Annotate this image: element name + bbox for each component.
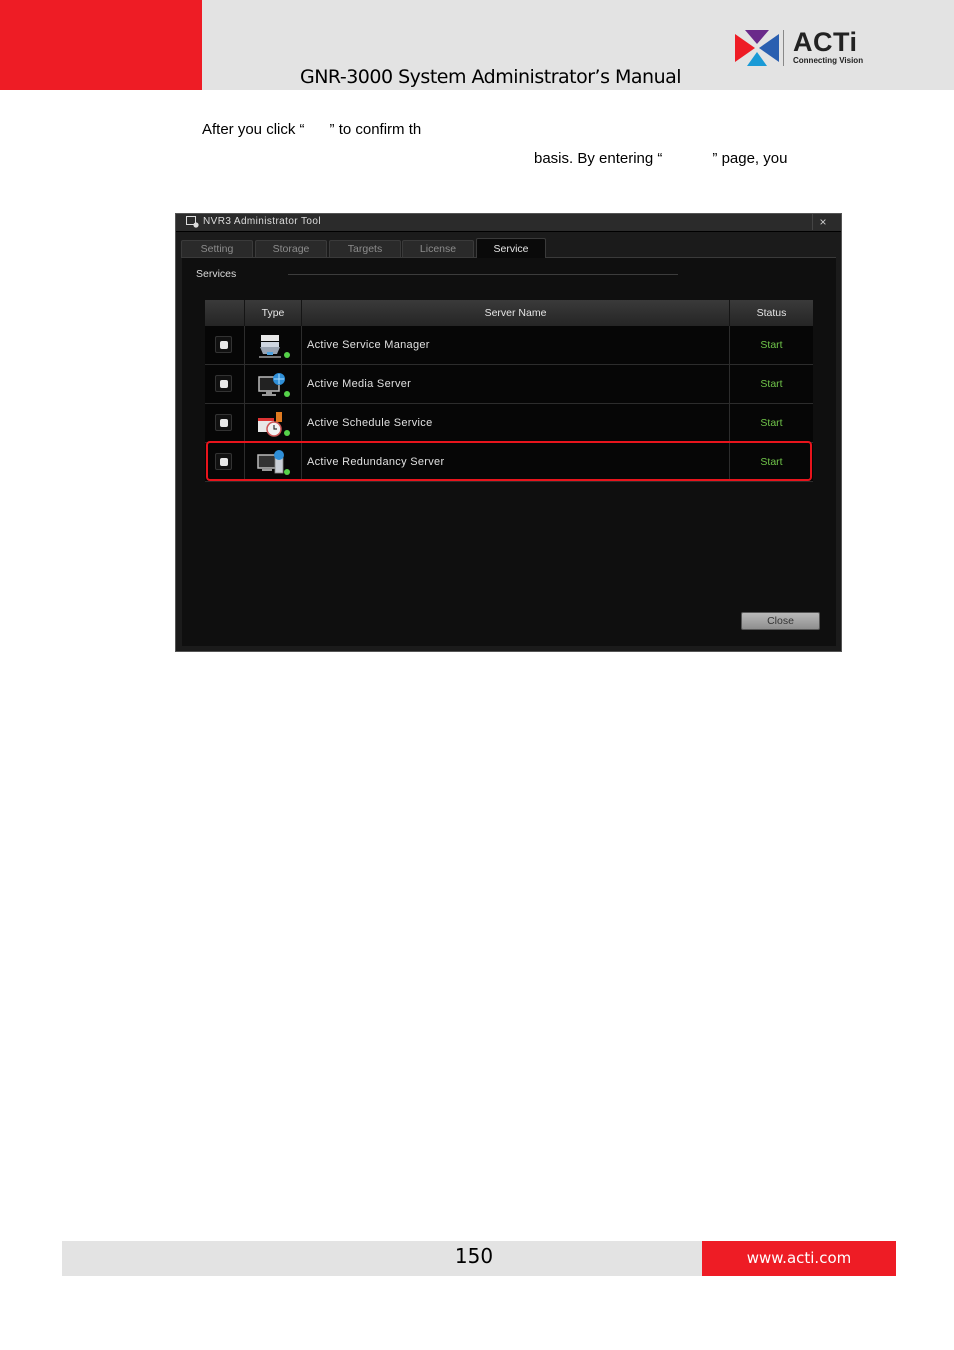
- footer-website-block: www.acti.com: [702, 1241, 896, 1276]
- header-server-name: Server Name: [302, 300, 730, 326]
- header-red-block: [0, 0, 202, 90]
- header-status: Status: [756, 307, 787, 319]
- footer-bar: 150: [62, 1241, 702, 1276]
- media-server-icon: [258, 373, 290, 397]
- body-text-line-1: After you click “ ” to confirm th: [202, 121, 422, 138]
- body-text-line-2: basis. By entering “ ” page, you: [534, 150, 788, 167]
- tab-bar: Setting Storage Targets License Service: [181, 238, 836, 258]
- header-type: Type: [245, 300, 302, 326]
- status-start[interactable]: Start: [730, 404, 813, 442]
- table-row[interactable]: Active Media Server Start: [205, 365, 813, 404]
- tab-license[interactable]: License: [402, 240, 474, 257]
- status-start[interactable]: Start: [730, 365, 813, 403]
- page-number: 150: [454, 1244, 494, 1268]
- window-close-icon[interactable]: ×: [812, 214, 833, 230]
- status-start[interactable]: Start: [730, 326, 813, 364]
- acti-logo-icon: [735, 30, 779, 66]
- row-checkbox[interactable]: [215, 375, 232, 392]
- app-icon: [186, 216, 199, 228]
- table-row[interactable]: Active Schedule Service Start: [205, 404, 813, 443]
- service-manager-icon: [259, 335, 290, 358]
- window-title: NVR3 Administrator Tool: [203, 216, 321, 227]
- highlight-box: [206, 441, 812, 481]
- tab-storage[interactable]: Storage: [255, 240, 327, 257]
- tab-targets[interactable]: Targets: [329, 240, 401, 257]
- website-link[interactable]: www.acti.com: [702, 1249, 896, 1267]
- server-name: Active Media Server: [307, 378, 412, 390]
- logo-tagline: Connecting Vision: [793, 56, 864, 65]
- server-name: Active Schedule Service: [307, 417, 433, 429]
- services-section-label: Services: [196, 268, 237, 280]
- tab-setting[interactable]: Setting: [181, 240, 253, 257]
- acti-logo: ACTi Connecting Vision: [735, 27, 870, 68]
- table-header: Type Server Name Status: [205, 300, 813, 326]
- logo-word: ACTi: [793, 27, 858, 57]
- close-button[interactable]: Close: [741, 612, 820, 630]
- nvr3-admin-tool-window: NVR3 Administrator Tool × Setting Storag…: [175, 213, 842, 652]
- logo-separator: [783, 30, 784, 66]
- manual-title: GNR-3000 System Administrator’s Manual: [300, 66, 682, 88]
- tab-service[interactable]: Service: [476, 238, 546, 258]
- header-select: [205, 300, 245, 326]
- row-checkbox[interactable]: [215, 336, 232, 353]
- row-checkbox[interactable]: [215, 414, 232, 431]
- server-name: Active Service Manager: [307, 339, 430, 351]
- table-row[interactable]: Active Service Manager Start: [205, 326, 813, 365]
- schedule-service-icon: [258, 412, 290, 437]
- section-divider: [288, 274, 678, 275]
- window-titlebar[interactable]: NVR3 Administrator Tool ×: [176, 214, 841, 232]
